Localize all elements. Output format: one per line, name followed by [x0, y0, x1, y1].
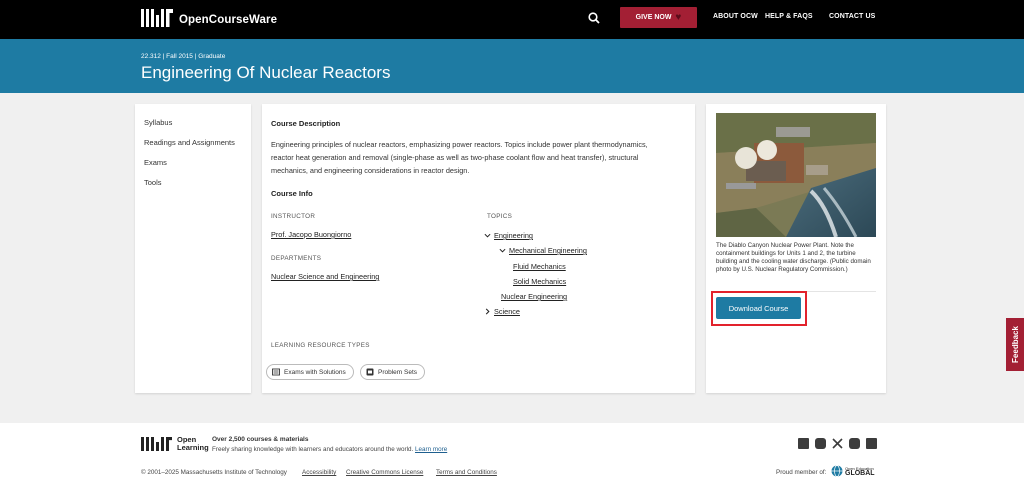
topic-fluid-mechanics[interactable]: Fluid Mechanics [513, 262, 566, 271]
exam-icon [272, 368, 280, 376]
instagram-icon[interactable] [815, 438, 826, 449]
course-banner: 22.312 | Fall 2015 | Graduate Engineerin… [0, 39, 1024, 93]
accessibility-link[interactable]: Accessibility [302, 469, 336, 476]
course-description: Engineering principles of nuclear reacto… [271, 140, 648, 175]
x-icon[interactable] [832, 438, 843, 449]
topics-label: TOPICS [487, 213, 513, 220]
top-nav: OpenCourseWare GIVE NOW ♥ ABOUT OCW HELP… [0, 0, 1024, 39]
chevron-right-icon[interactable] [484, 308, 491, 315]
chip-label: Problem Sets [378, 368, 418, 376]
topic-mechanical[interactable]: Mechanical Engineering [499, 246, 587, 255]
ocw-logo[interactable]: OpenCourseWare [141, 9, 277, 27]
resource-chip-problem-sets[interactable]: Problem Sets [360, 364, 426, 380]
mit-logo-icon [141, 437, 172, 451]
page-footer: Open Learning Over 2,500 courses & mater… [0, 423, 1024, 483]
topic-nuclear-engineering[interactable]: Nuclear Engineering [501, 292, 567, 301]
learning-resource-types-label: LEARNING RESOURCE TYPES [271, 342, 370, 349]
topic-mechanical-link[interactable]: Mechanical Engineering [509, 246, 587, 255]
course-image-card: The Diablo Canyon Nuclear Power Plant. N… [706, 104, 886, 393]
heart-icon: ♥ [675, 11, 682, 23]
topic-engineering-link[interactable]: Engineering [494, 231, 533, 240]
sidebar-item-exams[interactable]: Exams [144, 158, 251, 167]
sidebar-item-syllabus[interactable]: Syllabus [144, 118, 251, 127]
oeg-line2: GLOBAL [845, 470, 875, 477]
footer-subtext: Freely sharing knowledge with learners a… [212, 446, 447, 453]
diablo-canyon-photo [716, 113, 876, 237]
course-sidebar: Syllabus Readings and Assignments Exams … [135, 104, 251, 393]
linkedin-icon[interactable] [866, 438, 877, 449]
mit-logo-icon [141, 9, 173, 27]
chip-label: Exams with Solutions [284, 368, 346, 376]
sidebar-item-readings[interactable]: Readings and Assignments [144, 138, 251, 147]
footer-headline: Over 2,500 courses & materials [212, 436, 309, 443]
topic-solid-mechanics[interactable]: Solid Mechanics [513, 277, 566, 286]
copyright: © 2001–2025 Massachusetts Institute of T… [141, 469, 287, 476]
topic-engineering[interactable]: Engineering [484, 231, 533, 240]
department-link[interactable]: Nuclear Science and Engineering [271, 272, 379, 281]
download-course-button[interactable]: Download Course [716, 297, 801, 319]
course-description-heading: Course Description [271, 119, 341, 128]
chevron-down-icon[interactable] [499, 247, 506, 254]
course-main: Course Description Engineering principle… [262, 104, 695, 393]
feedback-tab[interactable]: Feedback [1006, 318, 1024, 371]
problem-set-icon [366, 368, 374, 376]
proud-member-text: Proud member of: [776, 469, 827, 476]
nav-contact[interactable]: CONTACT US [829, 13, 875, 20]
instructor-link[interactable]: Prof. Jacopo Buongiorno [271, 230, 351, 239]
give-now-label: GIVE NOW [635, 14, 672, 21]
sidebar-item-tools[interactable]: Tools [144, 178, 251, 187]
chevron-down-icon[interactable] [484, 232, 491, 239]
nav-help[interactable]: HELP & FAQS [765, 13, 813, 20]
open-education-global-logo[interactable]: Open Education GLOBAL [831, 465, 875, 477]
give-now-button[interactable]: GIVE NOW ♥ [620, 7, 697, 28]
open-learning-logo[interactable]: Open Learning [141, 436, 209, 452]
facebook-icon[interactable] [798, 438, 809, 449]
search-icon[interactable] [588, 12, 600, 24]
learn-more-link[interactable]: Learn more [415, 446, 447, 453]
terms-link[interactable]: Terms and Conditions [436, 469, 497, 476]
photo-caption: The Diablo Canyon Nuclear Power Plant. N… [716, 242, 871, 273]
feedback-label: Feedback [1010, 326, 1020, 363]
course-title: Engineering Of Nuclear Reactors [141, 63, 391, 82]
open-learning-line2: Learning [177, 443, 209, 452]
license-link[interactable]: Creative Commons License [346, 469, 423, 476]
course-meta: 22.312 | Fall 2015 | Graduate [141, 53, 226, 60]
youtube-icon[interactable] [849, 438, 860, 449]
resource-chip-exams[interactable]: Exams with Solutions [266, 364, 354, 380]
globe-icon [831, 465, 843, 477]
course-info-heading: Course Info [271, 189, 313, 198]
instructor-label: INSTRUCTOR [271, 213, 316, 220]
departments-label: DEPARTMENTS [271, 255, 322, 262]
topic-science[interactable]: Science [484, 307, 520, 316]
topic-science-link[interactable]: Science [494, 307, 520, 316]
footer-subtext-text: Freely sharing knowledge with learners a… [212, 446, 414, 453]
nav-about[interactable]: ABOUT OCW [713, 13, 758, 20]
logo-text: OpenCourseWare [179, 14, 278, 26]
